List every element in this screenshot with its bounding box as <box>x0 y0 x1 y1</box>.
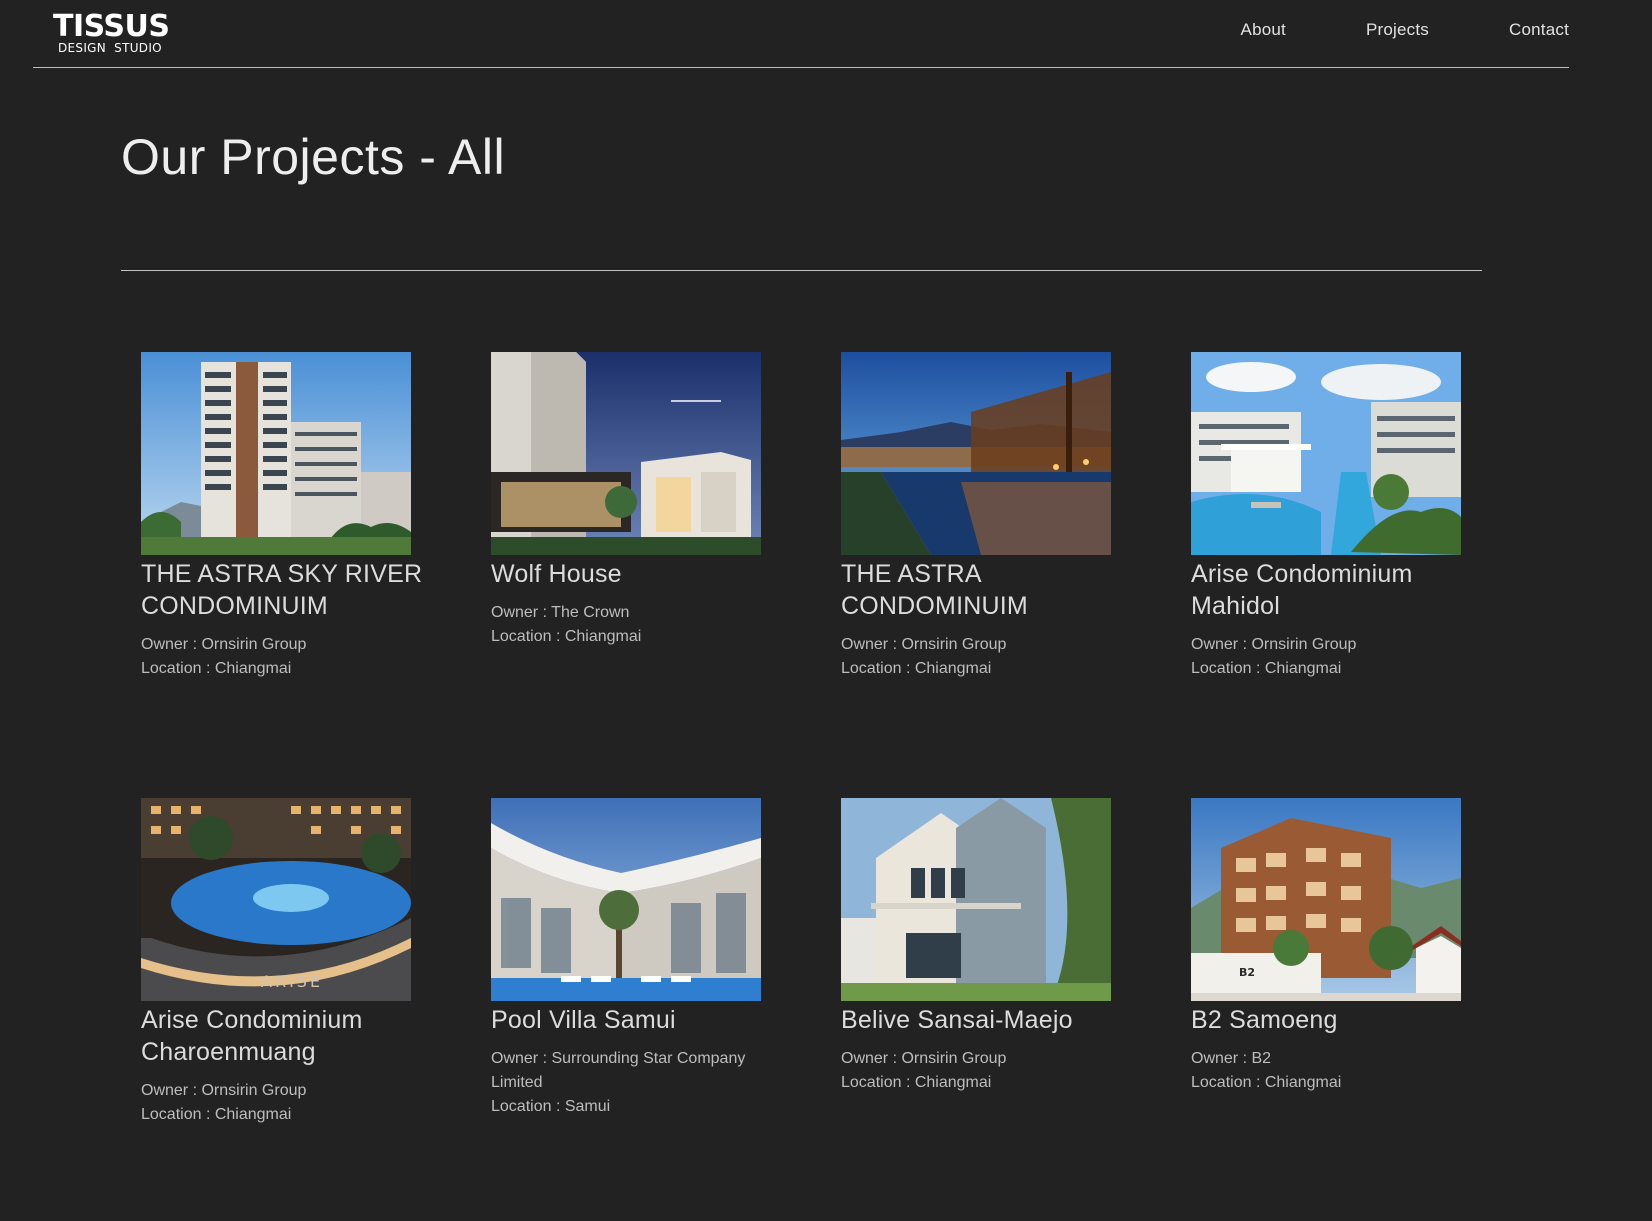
project-location: Location : Chiangmai <box>1191 660 1342 677</box>
project-card-astra[interactable]: THE ASTRA CONDOMINUIM Owner : Ornsirin G… <box>841 352 1141 681</box>
project-owner: Owner : Surrounding Star Company Limited <box>491 1050 746 1091</box>
project-meta: Owner : The Crown Location : Chiangmai <box>491 601 791 649</box>
project-location: Location : Chiangmai <box>841 1074 992 1091</box>
project-thumbnail[interactable] <box>491 798 761 1001</box>
project-title[interactable]: Arise Condominium Mahidol <box>1191 558 1491 622</box>
project-meta: Owner : Ornsirin Group Location : Chiang… <box>141 633 441 681</box>
condo-pool-night-image: ARISE <box>141 798 411 1001</box>
project-card-wolf-house[interactable]: Wolf House Owner : The Crown Location : … <box>491 352 791 649</box>
logo-tagline: DESIGN STUDIO <box>58 41 162 55</box>
nav-about-link[interactable]: About <box>1241 20 1286 40</box>
project-location: Location : Samui <box>491 1098 611 1115</box>
condo-pool-day-image <box>1191 352 1461 555</box>
project-owner: Owner : B2 <box>1191 1050 1272 1067</box>
project-card-b2-samoeng[interactable]: B2 B2 Samoeng Owner : B2 Location : Chia… <box>1191 798 1491 1095</box>
project-owner: Owner : Ornsirin Group <box>1191 636 1357 653</box>
project-title[interactable]: Arise Condominium Charoenmuang <box>141 1004 441 1068</box>
project-title[interactable]: Wolf House <box>491 558 791 590</box>
nav-projects-link[interactable]: Projects <box>1366 20 1429 40</box>
project-thumbnail[interactable] <box>491 352 761 555</box>
project-thumbnail[interactable] <box>841 352 1111 555</box>
project-title[interactable]: B2 Samoeng <box>1191 1004 1491 1036</box>
project-owner: Owner : Ornsirin Group <box>141 636 307 653</box>
project-card-arise-charoenmuang[interactable]: ARISE Arise Condominium Charoenmuang Own… <box>141 798 441 1127</box>
project-owner: Owner : Ornsirin Group <box>141 1082 307 1099</box>
project-card-belive-sansai-maejo[interactable]: Belive Sansai-Maejo Owner : Ornsirin Gro… <box>841 798 1141 1095</box>
page: TISSUS DESIGN STUDIO About Projects Cont… <box>0 0 1652 1221</box>
project-card-arise-mahidol[interactable]: Arise Condominium Mahidol Owner : Ornsir… <box>1191 352 1491 681</box>
project-thumbnail[interactable] <box>1191 352 1461 555</box>
arise-sign-text: ARISE <box>261 972 323 991</box>
title-divider <box>121 270 1482 271</box>
modern-house-night-image <box>491 352 761 555</box>
project-card-astra-sky-river[interactable]: THE ASTRA SKY RIVER CONDOMINUIM Owner : … <box>141 352 441 681</box>
b2-sign-text: B2 <box>1239 966 1255 979</box>
project-owner: Owner : Ornsirin Group <box>841 636 1007 653</box>
project-location: Location : Chiangmai <box>491 628 642 645</box>
project-title[interactable]: Belive Sansai-Maejo <box>841 1004 1141 1036</box>
page-title: Our Projects - All <box>121 129 506 185</box>
project-card-pool-villa-samui[interactable]: Pool Villa Samui Owner : Surrounding Sta… <box>491 798 791 1119</box>
project-title[interactable]: Pool Villa Samui <box>491 1004 791 1036</box>
b2-condo-building-image: B2 <box>1191 798 1461 1001</box>
project-location: Location : Chiangmai <box>141 660 292 677</box>
tower-building-image <box>141 352 411 555</box>
project-meta: Owner : Ornsirin Group Location : Chiang… <box>841 1047 1141 1095</box>
infinity-pool-dusk-image <box>841 352 1111 555</box>
project-owner: Owner : The Crown <box>491 604 630 621</box>
project-meta: Owner : Ornsirin Group Location : Chiang… <box>141 1079 441 1127</box>
project-meta: Owner : Surrounding Star Company Limited… <box>491 1047 791 1119</box>
logo-wordmark: TISSUS <box>53 9 170 44</box>
project-thumbnail[interactable]: ARISE <box>141 798 411 1001</box>
project-meta: Owner : B2 Location : Chiangmai <box>1191 1047 1491 1095</box>
project-location: Location : Chiangmai <box>141 1106 292 1123</box>
project-thumbnail[interactable] <box>841 798 1111 1001</box>
site-logo[interactable]: TISSUS DESIGN STUDIO <box>53 9 170 55</box>
site-header: TISSUS DESIGN STUDIO About Projects Cont… <box>33 0 1569 68</box>
project-title[interactable]: THE ASTRA CONDOMINUIM <box>841 558 1141 622</box>
main-nav: About Projects Contact <box>1161 20 1569 40</box>
project-location: Location : Chiangmai <box>1191 1074 1342 1091</box>
project-location: Location : Chiangmai <box>841 660 992 677</box>
villa-courtyard-image <box>491 798 761 1001</box>
nav-contact-link[interactable]: Contact <box>1509 20 1569 40</box>
project-meta: Owner : Ornsirin Group Location : Chiang… <box>841 633 1141 681</box>
project-title[interactable]: THE ASTRA SKY RIVER CONDOMINUIM <box>141 558 441 622</box>
two-storey-house-image <box>841 798 1111 1001</box>
project-meta: Owner : Ornsirin Group Location : Chiang… <box>1191 633 1491 681</box>
project-owner: Owner : Ornsirin Group <box>841 1050 1007 1067</box>
project-thumbnail[interactable]: B2 <box>1191 798 1461 1001</box>
project-thumbnail[interactable] <box>141 352 411 555</box>
